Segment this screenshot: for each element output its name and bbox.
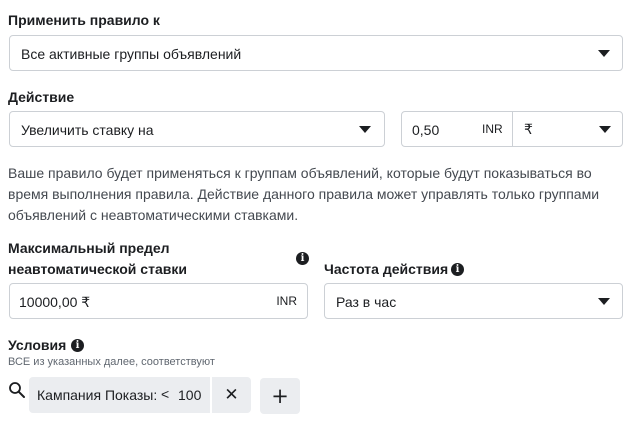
frequency-label: Частота действия bbox=[324, 261, 449, 277]
close-icon[interactable]: ✕ bbox=[212, 385, 251, 405]
max-bid-label-line2: неавтоматической ставки bbox=[8, 261, 187, 277]
info-icon[interactable]: i bbox=[71, 339, 84, 352]
action-value: Увеличить ставку на bbox=[21, 122, 154, 138]
apply-rule-value: Все активные группы объявлений bbox=[21, 46, 242, 62]
max-bid-label-line1: Максимальный предел bbox=[8, 240, 170, 256]
action-label: Действие bbox=[8, 89, 75, 105]
action-amount-group: 0,50 INR ₹ bbox=[401, 111, 623, 147]
max-bid-unit: INR bbox=[276, 294, 297, 308]
info-icon[interactable]: i bbox=[451, 263, 464, 276]
currency-value: ₹ bbox=[524, 121, 533, 137]
action-amount-unit: INR bbox=[482, 122, 503, 136]
frequency-select[interactable]: Раз в час bbox=[324, 283, 623, 319]
chevron-down-icon bbox=[598, 50, 610, 57]
help-text: Ваше правило будет применяться к группам… bbox=[8, 165, 600, 223]
plus-icon: + bbox=[271, 384, 289, 408]
action-amount-input[interactable]: 0,50 bbox=[412, 122, 439, 138]
frequency-value: Раз в час bbox=[336, 294, 397, 310]
search-icon bbox=[9, 382, 25, 398]
condition-field: Кампания Показы: bbox=[37, 387, 158, 403]
apply-rule-label: Применить правило к bbox=[8, 12, 160, 28]
add-condition-button[interactable]: + bbox=[260, 378, 300, 414]
condition-operator: < bbox=[161, 386, 170, 402]
conditions-subtitle: ВСЕ из указанных далее, соответствуют bbox=[8, 356, 215, 368]
max-bid-value: 10000,00 ₹ bbox=[19, 294, 91, 310]
info-icon[interactable]: i bbox=[296, 252, 309, 265]
apply-rule-select[interactable]: Все активные группы объявлений bbox=[9, 35, 623, 71]
chevron-down-icon bbox=[359, 126, 371, 133]
currency-select[interactable]: ₹ bbox=[513, 112, 622, 146]
action-select[interactable]: Увеличить ставку на bbox=[9, 111, 385, 147]
conditions-label: Условия bbox=[8, 337, 67, 353]
chevron-down-icon bbox=[599, 126, 611, 133]
condition-chip[interactable]: Кампания Показы: < 100 ✕ bbox=[29, 377, 251, 413]
chevron-down-icon bbox=[598, 298, 610, 305]
condition-value: 100 bbox=[178, 387, 202, 403]
max-bid-input[interactable]: 10000,00 ₹ INR bbox=[9, 283, 308, 319]
